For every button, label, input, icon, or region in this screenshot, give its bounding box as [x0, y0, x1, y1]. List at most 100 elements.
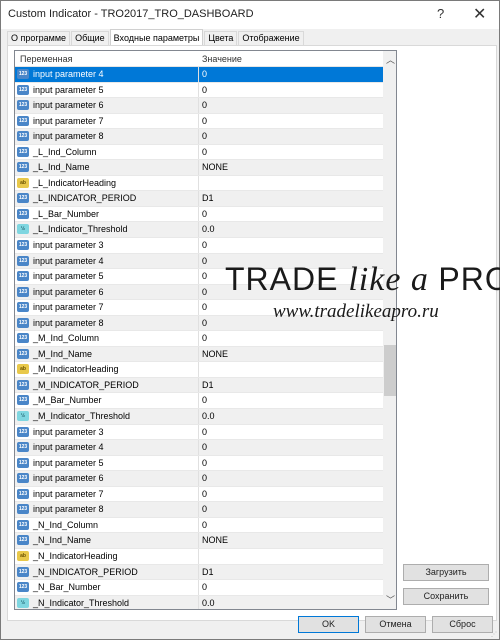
param-value[interactable]: 0: [202, 85, 207, 95]
param-name: input parameter 8: [33, 131, 104, 142]
table-row[interactable]: 123 _N_Ind_Name NONE: [15, 533, 383, 549]
param-value[interactable]: D1: [202, 567, 214, 577]
load-button[interactable]: Загрузить: [403, 564, 489, 581]
table-row[interactable]: ½ _M_Indicator_Threshold 0.0: [15, 409, 383, 425]
param-name: input parameter 7: [33, 115, 104, 126]
param-value[interactable]: 0: [202, 256, 207, 266]
int-type-icon: 123: [17, 426, 29, 437]
scroll-up-icon[interactable]: ︿: [386, 53, 395, 66]
table-row[interactable]: 123 _L_Bar_Number 0: [15, 206, 383, 223]
ok-button[interactable]: OK: [298, 616, 359, 633]
tab-3[interactable]: Цвета: [204, 31, 238, 45]
param-name: _L_Bar_Number: [33, 208, 100, 219]
param-value[interactable]: NONE: [202, 349, 228, 359]
tab-0[interactable]: О программе: [7, 31, 71, 45]
scroll-down-icon[interactable]: ﹀: [386, 593, 395, 606]
param-value[interactable]: 0: [202, 395, 207, 405]
param-value[interactable]: NONE: [202, 535, 228, 545]
table-row[interactable]: 123 input parameter 7 0: [15, 486, 383, 503]
table-row[interactable]: 123 input parameter 4 0: [15, 440, 383, 456]
param-value[interactable]: 0.0: [202, 224, 215, 234]
param-value[interactable]: 0: [202, 271, 207, 281]
param-value[interactable]: 0: [202, 318, 207, 328]
param-name: input parameter 4: [33, 255, 104, 266]
param-value[interactable]: 0: [202, 520, 207, 530]
vertical-scrollbar[interactable]: ︿ ﹀: [383, 51, 396, 609]
table-row[interactable]: 123 _N_INDICATOR_PERIOD D1: [15, 564, 383, 581]
param-value[interactable]: 0: [202, 240, 207, 250]
param-value[interactable]: 0: [202, 302, 207, 312]
tab-4[interactable]: Отображение: [238, 31, 304, 45]
help-icon[interactable]: ?: [437, 6, 444, 21]
param-value[interactable]: 0: [202, 458, 207, 468]
param-value[interactable]: 0: [202, 333, 207, 343]
param-name: _L_Indicator_Threshold: [33, 224, 128, 235]
param-name: _M_Ind_Name: [33, 348, 93, 359]
table-row[interactable]: 123 input parameter 5 0: [15, 82, 383, 99]
param-value[interactable]: 0: [202, 147, 207, 157]
table-row[interactable]: ab _L_IndicatorHeading: [15, 175, 383, 192]
int-type-icon: 123: [17, 162, 29, 173]
table-row[interactable]: 123 _L_Ind_Column 0: [15, 144, 383, 161]
table-row[interactable]: 123 _M_Ind_Name NONE: [15, 346, 383, 363]
table-row[interactable]: 123 input parameter 3 0: [15, 424, 383, 441]
param-value[interactable]: D1: [202, 380, 214, 390]
param-value[interactable]: 0: [202, 504, 207, 514]
table-row[interactable]: 123 input parameter 6 0: [15, 471, 383, 487]
param-value[interactable]: 0: [202, 131, 207, 141]
table-row[interactable]: 123 input parameter 5 0: [15, 455, 383, 472]
table-row[interactable]: 123 input parameter 3 0: [15, 238, 383, 254]
param-value[interactable]: 0.0: [202, 598, 215, 608]
table-row[interactable]: 123 input parameter 7 0: [15, 113, 383, 130]
table-row[interactable]: 123 input parameter 4 0: [15, 67, 383, 83]
save-button[interactable]: Сохранить: [403, 588, 489, 605]
table-row[interactable]: ab _M_IndicatorHeading: [15, 362, 383, 378]
table-row[interactable]: 123 input parameter 8 0: [15, 129, 383, 145]
table-row[interactable]: 123 _L_INDICATOR_PERIOD D1: [15, 191, 383, 207]
int-type-icon: 123: [17, 69, 29, 79]
table-row[interactable]: 123 _M_INDICATOR_PERIOD D1: [15, 377, 383, 394]
table-row[interactable]: 123 input parameter 6 0: [15, 98, 383, 114]
param-value[interactable]: 0: [202, 116, 207, 126]
table-row[interactable]: ½ _N_Indicator_Threshold 0.0: [15, 595, 383, 609]
tab-1[interactable]: Общие: [71, 31, 109, 45]
param-value[interactable]: 0: [202, 209, 207, 219]
resize-grip-icon[interactable]: ⋰: [491, 631, 497, 638]
table-row[interactable]: 123 _M_Ind_Column 0: [15, 331, 383, 347]
param-value[interactable]: 0: [202, 69, 207, 79]
table-row[interactable]: ab _N_IndicatorHeading: [15, 548, 383, 565]
table-row[interactable]: 123 input parameter 8 0: [15, 502, 383, 518]
table-row[interactable]: 123 _L_Ind_Name NONE: [15, 160, 383, 176]
param-value[interactable]: 0: [202, 100, 207, 110]
param-value[interactable]: D1: [202, 193, 214, 203]
param-value[interactable]: NONE: [202, 162, 228, 172]
title-bar[interactable]: Custom Indicator - TRO2017_TRO_DASHBOARD…: [1, 1, 499, 29]
param-value[interactable]: 0: [202, 427, 207, 437]
column-divider: [198, 471, 199, 486]
int-type-icon: 123: [17, 286, 29, 297]
reset-button[interactable]: Сброс: [432, 616, 493, 633]
column-header-variable[interactable]: Переменная: [20, 54, 73, 64]
table-row[interactable]: 123 _M_Bar_Number 0: [15, 393, 383, 410]
table-row[interactable]: 123 _N_Ind_Column 0: [15, 517, 383, 534]
scrollbar-thumb[interactable]: [384, 345, 396, 396]
column-divider: [198, 502, 199, 517]
param-value[interactable]: 0: [202, 442, 207, 452]
cancel-button[interactable]: Отмена: [365, 616, 426, 633]
param-name: input parameter 5: [33, 84, 104, 95]
table-row[interactable]: 123 _N_Bar_Number 0: [15, 580, 383, 596]
param-value[interactable]: 0: [202, 489, 207, 499]
table-row[interactable]: ½ _L_Indicator_Threshold 0.0: [15, 222, 383, 239]
close-icon[interactable]: ✕: [473, 4, 486, 24]
param-value[interactable]: 0.0: [202, 411, 215, 421]
param-value[interactable]: 0: [202, 582, 207, 592]
param-name: _M_IndicatorHeading: [33, 364, 119, 375]
param-value[interactable]: 0: [202, 287, 207, 297]
tab-2[interactable]: Входные параметры: [109, 29, 204, 45]
column-header-value[interactable]: Значение: [202, 54, 242, 64]
parameters-list[interactable]: Переменная Значение 123 input parameter 4…: [14, 50, 397, 610]
param-value[interactable]: 0: [202, 473, 207, 483]
double-type-icon: ½: [17, 224, 29, 235]
int-type-icon: 123: [17, 473, 29, 484]
int-type-icon: 123: [17, 333, 29, 344]
